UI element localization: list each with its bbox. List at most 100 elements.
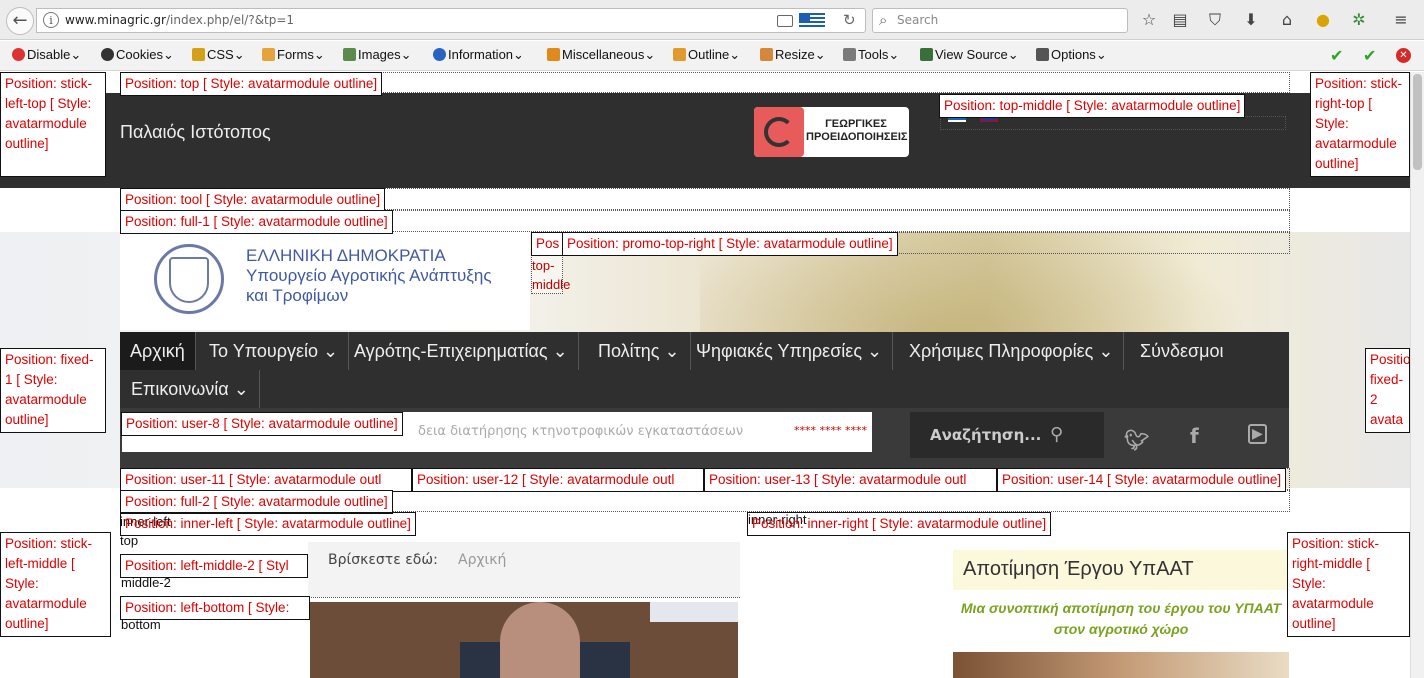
outline-label-inner-left: Position: inner-left [ Style: avatarmodu… xyxy=(120,512,416,536)
bookmark-star-icon[interactable]: ☆ xyxy=(1137,8,1161,32)
outline-label-promo-top-middle: Pos xyxy=(531,232,565,256)
nav-citizen[interactable]: Πολίτης ⌄ xyxy=(588,332,691,370)
images-icon xyxy=(343,48,356,61)
page-scrollbar[interactable] xyxy=(1410,72,1424,678)
view-source-icon xyxy=(920,48,933,61)
outline-label-stick-left-top: Position: stick-left-top [ Style: avatar… xyxy=(0,72,106,177)
extension-2-icon[interactable]: ✲ xyxy=(1347,8,1371,32)
extension-icon[interactable]: ● xyxy=(1311,8,1335,32)
outline-label-stick-left-middle: Position: stick-left-middle [ Style: ava… xyxy=(0,532,111,637)
dev-menu-images[interactable]: Images⌄ xyxy=(343,47,412,63)
reader-view-icon[interactable] xyxy=(777,15,793,27)
promo-photo xyxy=(953,652,1289,678)
outline-label-promo-top-middle-rest: top-middle xyxy=(532,258,571,292)
outline-label-fixed-2: Positio fixed-2 avata outlin xyxy=(1365,348,1410,433)
promo-evaluation-module[interactable]: Αποτίμηση Έργου ΥπΑΑΤ Μια συνοπτική αποτ… xyxy=(953,550,1289,678)
information-icon xyxy=(433,48,446,61)
web-developer-toolbar: Disable⌄ Cookies⌄ CSS⌄ Forms⌄ Images⌄ In… xyxy=(0,41,1424,71)
youtube-icon[interactable]: ▶ xyxy=(1248,424,1267,444)
nav-useful-info[interactable]: Χρήσιμες Πληροφορίες ⌄ xyxy=(899,332,1125,370)
breadcrumb: Βρίσκεστε εδώ: Αρχική xyxy=(308,542,740,597)
info-icon[interactable]: i xyxy=(43,12,59,28)
dev-menu-css[interactable]: CSS⌄ xyxy=(192,47,245,63)
outline-label-user-11: Position: user-11 [ Style: avatarmodule … xyxy=(120,468,412,492)
outline-label-user-14: Position: user-14 [ Style: avatarmodule … xyxy=(997,468,1287,492)
resize-icon xyxy=(760,48,773,61)
back-icon[interactable]: ← xyxy=(6,7,34,35)
url-text[interactable]: www.minagric.gr/index.php/el/?&tp=1 xyxy=(65,13,294,27)
outline-label-user-13: Position: user-13 [ Style: avatarmodule … xyxy=(704,468,997,492)
site-search-input[interactable]: Αναζήτηση... ⚲ xyxy=(910,412,1104,458)
outline-label-full-2: Position: full-2 [ Style: avatarmodule o… xyxy=(120,490,393,514)
ministry-line-2: Υπουργείο Αγροτικής Ανάπτυξης xyxy=(246,266,492,285)
nav-contact[interactable]: Επικοινωνία ⌄ xyxy=(121,370,260,408)
site-search-placeholder: Αναζήτηση... xyxy=(930,426,1042,444)
outline-label-fixed-1: Position: fixed-1 [ Style: avatarmodule … xyxy=(0,348,106,433)
ministry-name: ΕΛΛΗΝΙΚΗ ΔΗΜΟΚΡΑΤΙΑ Υπουργείο Αγροτικής … xyxy=(246,246,492,306)
old-site-link[interactable]: Παλαιός Ιστότοπος xyxy=(120,122,271,143)
parliament-screen xyxy=(650,602,738,622)
outline-label-user-8: Position: user-8 [ Style: avatarmodule o… xyxy=(121,412,403,436)
flag-greece-icon[interactable] xyxy=(799,13,825,29)
dev-menu-disable[interactable]: Disable⌄ xyxy=(12,47,81,63)
outline-label-user-12: Position: user-12 [ Style: avatarmodule … xyxy=(412,468,704,492)
dev-menu-forms[interactable]: Forms⌄ xyxy=(262,47,325,63)
dev-menu-tools[interactable]: Tools⌄ xyxy=(843,47,899,63)
search-placeholder: Search xyxy=(897,13,939,27)
site-search-icon[interactable]: ⚲ xyxy=(1050,424,1063,445)
search-icon: ⌕ xyxy=(879,11,888,29)
promo-header: Αποτίμηση Έργου ΥπΑΑΤ xyxy=(953,550,1289,590)
outline-label-top-middle: Position: top-middle [ Style: avatarmodu… xyxy=(939,94,1246,118)
validate-css-icon[interactable]: ✔ xyxy=(1330,46,1343,65)
browser-toolbar: ← i www.minagric.gr/index.php/el/?&tp=1 … xyxy=(0,0,1424,40)
validate-html-icon[interactable]: ✔ xyxy=(1363,46,1376,65)
news-video-thumbnail[interactable] xyxy=(310,602,738,678)
miscellaneous-icon xyxy=(547,48,560,61)
twitter-icon[interactable]: 🐦︎ xyxy=(1124,428,1149,452)
home-icon[interactable]: ⌂ xyxy=(1275,8,1299,32)
browser-search-input[interactable]: ⌕ Search xyxy=(872,8,1128,33)
facebook-icon[interactable]: f xyxy=(1190,424,1199,448)
pocket-icon[interactable]: ⛉ xyxy=(1203,8,1227,32)
nav-home[interactable]: Αρχική xyxy=(120,332,196,370)
ministry-line-1: ΕΛΛΗΝΙΚΗ ΔΗΜΟΚΡΑΤΙΑ xyxy=(246,246,446,265)
menu-icon[interactable]: ≡ xyxy=(1389,8,1413,32)
outline-label-middle-2: middle-2 xyxy=(121,575,171,590)
nav-digital-services[interactable]: Ψηφιακές Υπηρεσίες ⌄ xyxy=(686,332,894,370)
outline-icon xyxy=(673,48,686,61)
main-navigation: Αρχική Το Υπουργείο ⌄ Αγρότης-Επιχειρημα… xyxy=(120,332,1289,408)
options-icon xyxy=(1036,48,1049,61)
scrollbar-thumb[interactable] xyxy=(1413,74,1422,170)
outline-label-inner-right: Position: inner-right [ Style: avatarmod… xyxy=(747,512,1052,536)
reload-icon[interactable]: ↻ xyxy=(843,11,856,29)
disable-icon xyxy=(12,48,25,61)
nav-links[interactable]: Σύνδεσμοι xyxy=(1130,332,1234,370)
dev-menu-cookies[interactable]: Cookies⌄ xyxy=(101,47,174,63)
outline-label-top: Position: top [ Style: avatarmodule outl… xyxy=(120,72,383,96)
tools-icon xyxy=(843,48,856,61)
url-bar[interactable]: i www.minagric.gr/index.php/el/?&tp=1 ↻ xyxy=(36,8,866,33)
ticker-text[interactable]: δεια διατήρησης κτηνοτροφικών εγκαταστάσ… xyxy=(418,424,743,439)
outline-label-tool: Position: tool [ Style: avatarmodule out… xyxy=(120,188,386,212)
dev-menu-miscellaneous[interactable]: Miscellaneous⌄ xyxy=(547,47,655,63)
ministry-line-3: και Τροφίμων xyxy=(246,286,349,305)
close-toolbar-icon[interactable]: ✕ xyxy=(1396,48,1411,63)
dev-menu-information[interactable]: Information⌄ xyxy=(433,47,524,63)
dev-menu-outline[interactable]: Outline⌄ xyxy=(673,47,740,63)
css-icon xyxy=(192,48,205,61)
outline-label-stick-right-top: Position: stick-right-top [ Style: avata… xyxy=(1310,72,1410,177)
library-icon[interactable]: ▤ xyxy=(1168,8,1192,32)
ministry-logo[interactable]: ΕΛΛΗΝΙΚΗ ΔΗΜΟΚΡΑΤΙΑ Υπουργείο Αγροτικής … xyxy=(120,232,530,330)
dev-menu-resize[interactable]: Resize⌄ xyxy=(760,47,826,63)
download-icon[interactable]: ⬇ xyxy=(1239,8,1263,32)
nav-ministry[interactable]: Το Υπουργείο ⌄ xyxy=(199,332,350,370)
agricultural-warnings-logo[interactable]: ΓΕΩΡΓΙΚΕΣ ΠΡΟΕΙΔΟΠΟΙΗΣΕΙΣ xyxy=(754,107,909,157)
breadcrumb-label: Βρίσκεστε εδώ: xyxy=(328,552,438,568)
outline-label-stick-right-middle: Position: stick-right-middle [ Style: av… xyxy=(1287,532,1410,637)
speaker-photo xyxy=(500,602,580,678)
dev-menu-options[interactable]: Options⌄ xyxy=(1036,47,1107,63)
breadcrumb-home-link[interactable]: Αρχική xyxy=(458,552,506,568)
nav-farmer-entrepreneur[interactable]: Αγρότης-Επιχειρηματίας ⌄ xyxy=(344,332,579,370)
dev-menu-view-source[interactable]: View Source⌄ xyxy=(920,47,1019,63)
greek-emblem-icon xyxy=(154,244,224,314)
